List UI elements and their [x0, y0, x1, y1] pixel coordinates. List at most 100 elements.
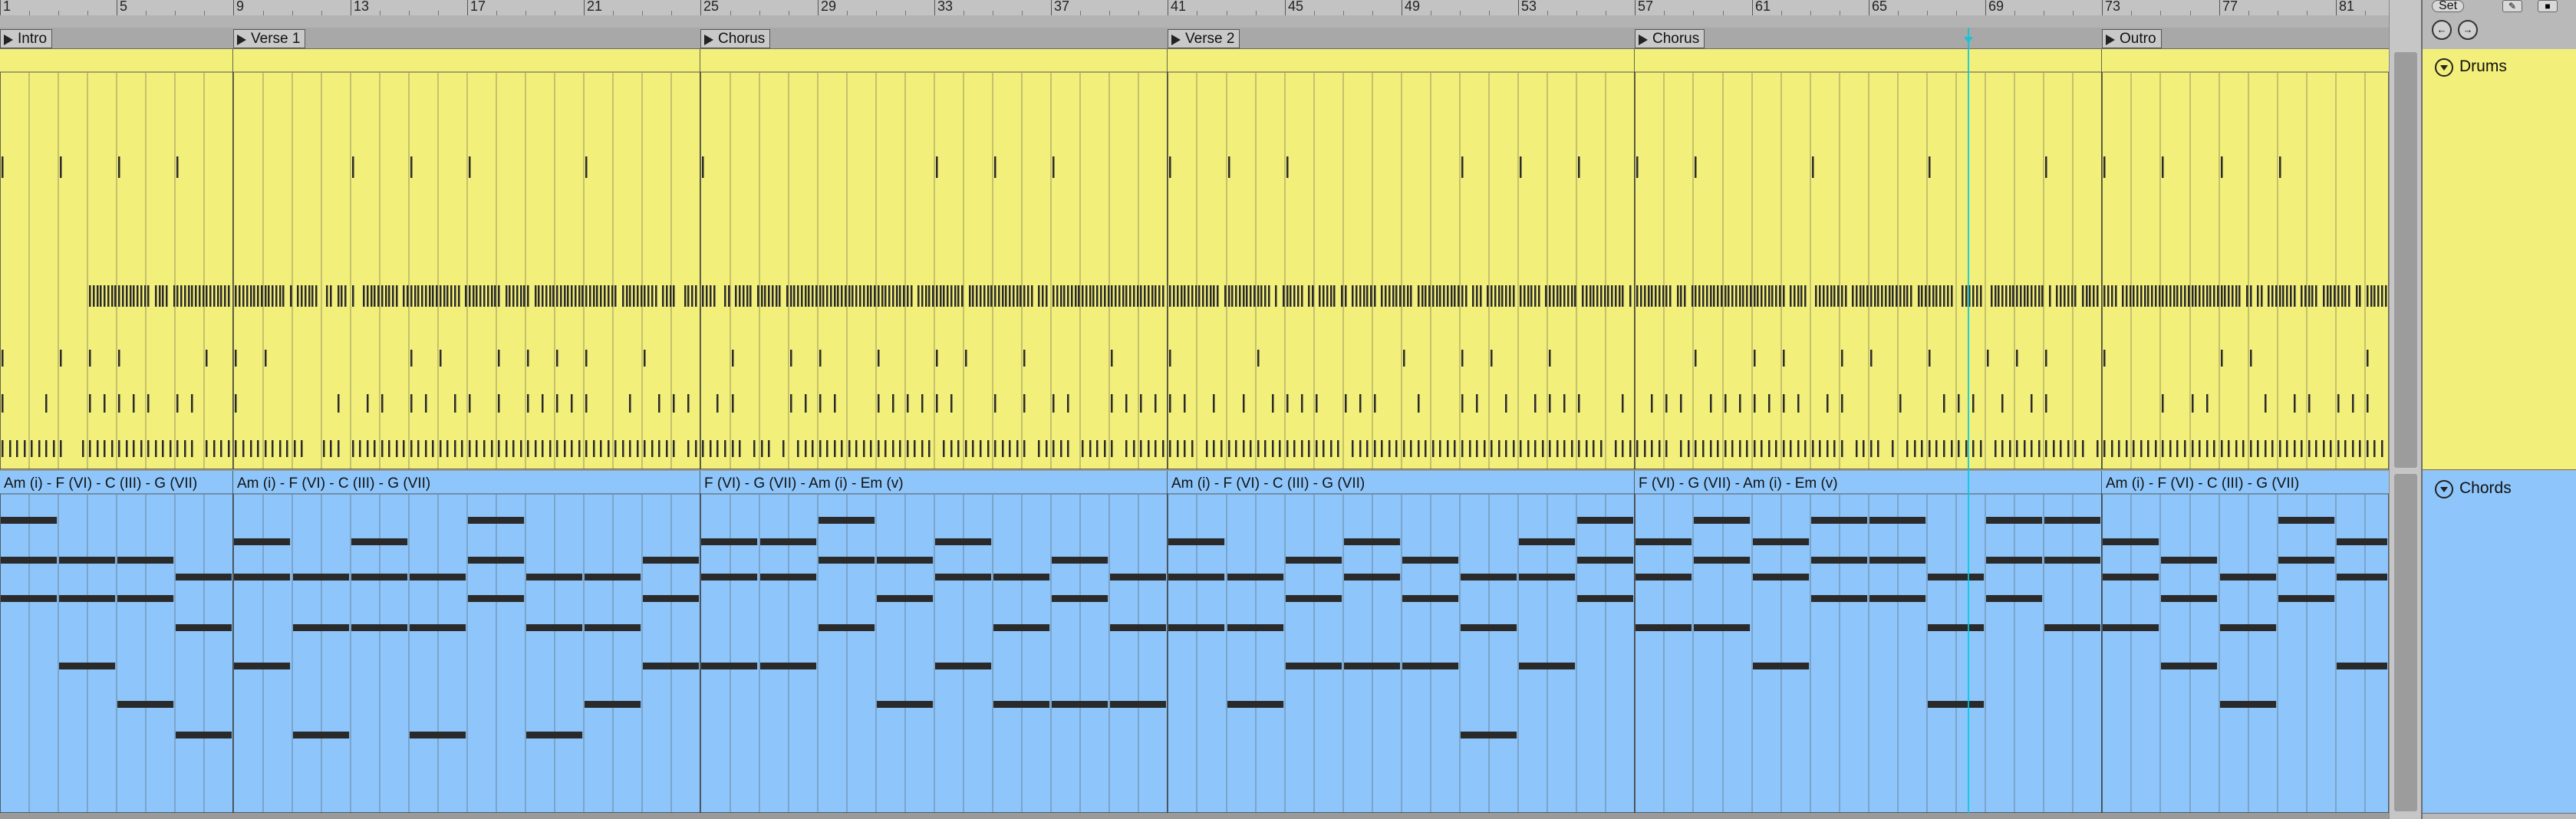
drum-hit [1461, 440, 1464, 457]
drum-hit [1432, 285, 1435, 307]
track-name-drums[interactable]: Drums [2459, 58, 2507, 76]
play-triangle-icon[interactable] [1171, 35, 1181, 45]
left-arrow-circle-icon[interactable]: ← [2432, 20, 2452, 40]
drum-hit [1629, 440, 1632, 457]
drum-clip[interactable] [1634, 49, 2103, 469]
drum-hit [936, 350, 938, 367]
play-triangle-icon[interactable] [2106, 35, 2115, 45]
drum-clip[interactable] [0, 49, 234, 469]
drum-hit [89, 394, 91, 413]
drum-hit [593, 285, 595, 307]
ruler-bar-label: 9 [236, 0, 245, 14]
drum-hit [1578, 394, 1580, 413]
clip-title-bar[interactable] [233, 49, 700, 72]
drum-hit [228, 440, 230, 457]
drum-clip[interactable] [2101, 49, 2389, 469]
chord-clip[interactable]: Am (i) - F (VI) - C (III) - G (VII) [0, 471, 234, 813]
drum-hit [2, 156, 4, 178]
drum-hit [556, 350, 558, 367]
drum-hit [1731, 440, 1734, 457]
clip-title-bar[interactable] [0, 49, 233, 72]
drums-track-lane[interactable] [0, 49, 2389, 469]
ruler-bar-label: 69 [1988, 0, 2004, 14]
drum-hit [841, 285, 843, 307]
locator-label: Chorus [718, 31, 766, 47]
locator-flag[interactable]: Outro [2102, 29, 2162, 48]
clip-body[interactable] [2101, 471, 2389, 813]
beat-time-ruler[interactable]: 1 5 9 13 17 21 25 29 33 37 41 45 49 53 57 61 65 69 73 77 81 [0, 0, 2389, 16]
drum-hit [2206, 440, 2209, 457]
drum-hit [1023, 285, 1026, 307]
right-arrow-circle-icon[interactable]: → [2458, 20, 2478, 40]
chord-clip[interactable]: F (VI) - G (VII) - Am (i) - Em (v) [700, 471, 1168, 813]
play-triangle-icon[interactable] [4, 35, 13, 45]
drum-hit [1111, 285, 1113, 307]
drum-hit [425, 285, 427, 307]
drum-hit [2188, 285, 2190, 307]
scrollbar-thumb-chords[interactable] [2394, 474, 2417, 811]
drum-clip[interactable] [700, 49, 1168, 469]
drum-hit [162, 440, 164, 457]
drum-hit [1563, 285, 1566, 307]
drum-hit [290, 285, 292, 307]
locator-flag[interactable]: Chorus [700, 29, 771, 48]
chords-track-header[interactable]: Chords [2423, 471, 2576, 814]
chord-clip[interactable]: Am (i) - F (VI) - C (III) - G (VII) [2101, 471, 2389, 813]
arrangement-view[interactable]: 1 5 9 13 17 21 25 29 33 37 41 45 49 53 57 61 65 69 73 77 81 … [0, 0, 2389, 819]
locator-flag[interactable]: Verse 2 [1168, 29, 1240, 48]
set-button[interactable]: Set [2432, 0, 2465, 12]
drum-hit [1155, 394, 1157, 413]
drum-hit [1137, 285, 1139, 307]
clip-title-bar[interactable] [1635, 49, 2102, 72]
drum-hit [2268, 285, 2270, 307]
drum-clip[interactable] [1167, 49, 1636, 469]
locator-flag[interactable]: Intro [0, 29, 53, 48]
drum-hit [352, 440, 354, 457]
chord-clip[interactable]: Am (i) - F (VI) - C (III) - G (VII) [232, 471, 701, 813]
fold-toggle-icon[interactable] [2435, 480, 2453, 498]
drums-track-header[interactable]: Drums [2423, 49, 2576, 470]
lock-icon[interactable]: ■ [2538, 0, 2558, 12]
chord-clip[interactable]: Am (i) - F (VI) - C (III) - G (VII) [1167, 471, 1636, 813]
chord-clip[interactable]: F (VI) - G (VII) - Am (i) - Em (v) [1634, 471, 2103, 813]
drum-hit [159, 285, 161, 307]
drum-hit [527, 350, 529, 367]
chord-note [993, 624, 1050, 631]
locator-bar[interactable]: Intro Verse 1 Chorus Verse 2 Chorus Outro [0, 28, 2389, 49]
drum-hit [651, 440, 654, 457]
drum-hit [2097, 285, 2099, 307]
drum-hit [512, 285, 515, 307]
play-triangle-icon[interactable] [237, 35, 246, 45]
drum-hit [410, 394, 413, 413]
play-triangle-icon[interactable] [704, 35, 713, 45]
pencil-icon[interactable]: ✎ [2502, 0, 2522, 12]
drum-hit [746, 285, 749, 307]
drum-hit [848, 285, 851, 307]
drum-clip[interactable] [232, 49, 701, 469]
drum-hit [440, 440, 442, 457]
fold-toggle-icon[interactable] [2435, 58, 2453, 77]
locator-flag[interactable]: Chorus [1635, 29, 1705, 48]
clip-body[interactable] [2101, 49, 2389, 469]
locator-flag[interactable]: Verse 1 [233, 29, 306, 48]
horizontal-scrollbar[interactable] [0, 813, 2389, 819]
drum-hit [713, 285, 716, 307]
drum-hit [1316, 394, 1318, 413]
loop-brace-bar[interactable] [0, 15, 2389, 28]
chord-note [1461, 624, 1517, 631]
playhead-marker[interactable] [1964, 37, 1973, 43]
clip-title-bar[interactable] [1168, 49, 1635, 72]
clip-title-bar[interactable] [700, 49, 1168, 72]
play-triangle-icon[interactable] [1639, 35, 1648, 45]
drum-hit [1768, 394, 1771, 413]
track-name-chords[interactable]: Chords [2459, 479, 2512, 498]
drum-hit [2136, 285, 2139, 307]
drum-hit [2327, 285, 2329, 307]
drum-hit [1461, 156, 1464, 178]
clip-title-bar[interactable] [2102, 49, 2389, 72]
chords-track-lane[interactable]: Am (i) - F (VI) - C (III) - G (VII) Am (i… [0, 471, 2389, 813]
vertical-scrollbar[interactable] [2389, 0, 2422, 819]
drum-hit [2103, 440, 2106, 457]
drum-hit [2308, 440, 2311, 457]
scrollbar-thumb-drums[interactable] [2394, 52, 2417, 468]
